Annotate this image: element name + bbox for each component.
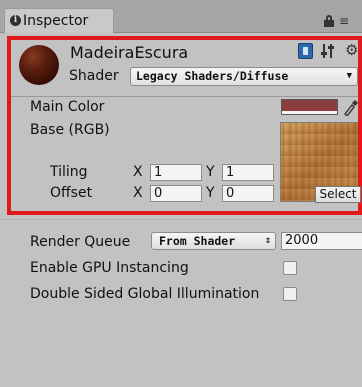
texture-select-button[interactable]: Select (315, 186, 361, 203)
inspector-tab[interactable]: i Inspector (4, 8, 114, 33)
dropdown-updown-icon: ⇕ (264, 235, 271, 246)
render-queue-dropdown[interactable]: From Shader ⇕ (151, 232, 276, 250)
offset-x-field[interactable]: 0 (150, 185, 202, 202)
tiling-y-label: Y (206, 164, 215, 180)
gpu-instancing-checkbox[interactable] (283, 261, 297, 275)
tiling-y-field[interactable]: 1 (222, 164, 274, 181)
render-queue-value-field[interactable]: 2000 (281, 232, 362, 250)
offset-x-label: X (133, 185, 143, 201)
tiling-label: Tiling (50, 164, 88, 180)
dropdown-arrow-icon: ▼ (346, 71, 352, 81)
inspector-tab-strip: i Inspector ≡ (0, 0, 362, 33)
main-color-label: Main Color (30, 99, 105, 115)
tiling-x-label: X (133, 164, 143, 180)
render-queue-label: Render Queue (30, 234, 131, 250)
tiling-x-field[interactable]: 1 (150, 164, 202, 181)
offset-label: Offset (50, 185, 93, 201)
shader-label: Shader (69, 68, 119, 84)
lock-icon[interactable] (324, 15, 334, 27)
material-preview-sphere (19, 45, 59, 85)
shader-dropdown[interactable]: Legacy Shaders/Diffuse ▼ (130, 67, 358, 86)
gear-icon[interactable]: ⚙ (345, 41, 358, 59)
info-icon: i (10, 15, 21, 26)
shader-dropdown-value: Legacy Shaders/Diffuse (136, 69, 289, 83)
preset-sliders-icon[interactable] (321, 43, 335, 59)
header-divider (11, 96, 358, 97)
double-sided-gi-checkbox[interactable] (283, 287, 297, 301)
offset-y-label: Y (206, 185, 215, 201)
inspector-tab-label: Inspector (23, 13, 89, 29)
offset-y-field[interactable]: 0 (222, 185, 274, 202)
gpu-instancing-label: Enable GPU Instancing (30, 260, 189, 276)
help-book-icon[interactable] (298, 43, 313, 59)
material-name: MadeiraEscura (70, 43, 189, 62)
base-rgb-label: Base (RGB) (30, 122, 110, 138)
main-color-swatch[interactable] (281, 99, 338, 115)
section-divider (0, 219, 362, 220)
render-queue-dropdown-value: From Shader (159, 234, 236, 248)
double-sided-gi-label: Double Sided Global Illumination (30, 286, 260, 302)
eyedropper-icon[interactable] (342, 98, 358, 116)
tab-menu-icon[interactable]: ≡ (339, 14, 349, 28)
